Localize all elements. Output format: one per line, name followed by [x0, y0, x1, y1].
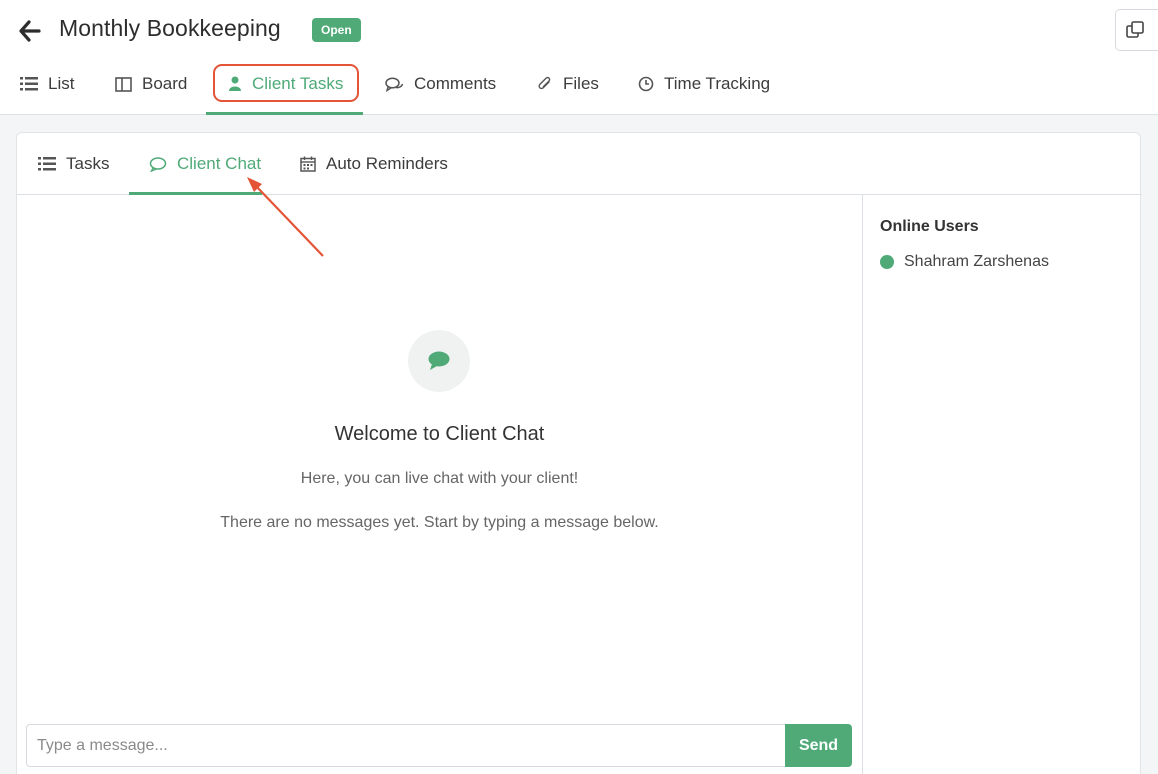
calendar-icon	[300, 156, 316, 172]
online-users-panel: Online Users Shahram Zarshenas	[862, 195, 1142, 774]
tab-label: Time Tracking	[664, 74, 771, 93]
tab-client-tasks[interactable]: Client Tasks	[228, 64, 343, 104]
chat-area: Welcome to Client Chat Here, you can liv…	[17, 195, 862, 774]
user-icon	[229, 76, 241, 91]
subtab-label: Tasks	[66, 154, 110, 173]
welcome-title: Welcome to Client Chat	[334, 423, 545, 445]
subtab-label: Auto Reminders	[326, 154, 448, 173]
online-status-dot	[880, 255, 894, 269]
board-icon	[115, 76, 132, 92]
status-badge: Open	[312, 18, 361, 42]
subtab-label: Client Chat	[177, 154, 262, 173]
welcome-subtitle: Here, you can live chat with your client…	[300, 470, 579, 487]
tab-label: Client Tasks	[252, 74, 344, 93]
top-bar: Monthly Bookkeeping Open List Board Clie…	[0, 0, 1158, 115]
tab-time-tracking[interactable]: Time Tracking	[638, 64, 770, 104]
list-icon	[20, 77, 38, 91]
paperclip-icon	[538, 76, 551, 90]
chat-bubble-icon	[149, 156, 167, 172]
subtab-tasks[interactable]: Tasks	[38, 133, 109, 195]
client-tasks-panel: Tasks Client Chat Auto Reminders Welcome…	[16, 132, 1142, 774]
clock-icon	[638, 76, 654, 92]
page-title: Monthly Bookkeeping	[59, 15, 281, 41]
tab-comments[interactable]: Comments	[385, 64, 496, 104]
back-button[interactable]	[18, 18, 42, 44]
chat-illustration	[408, 330, 470, 392]
online-users-title: Online Users	[880, 218, 979, 235]
tab-label: Comments	[414, 74, 497, 93]
subtab-auto-reminders[interactable]: Auto Reminders	[300, 133, 448, 195]
active-tab-indicator	[206, 112, 363, 115]
arrow-left-icon	[19, 20, 41, 42]
tab-label: Board	[142, 74, 188, 93]
send-button[interactable]: Send	[785, 724, 852, 767]
list-icon	[38, 157, 56, 171]
tab-list[interactable]: List	[20, 64, 74, 104]
chat-icon	[428, 351, 450, 370]
tab-label: List	[48, 74, 75, 93]
tab-label: Files	[563, 74, 599, 93]
online-user-item: Shahram Zarshenas	[880, 253, 1049, 271]
sub-tabs: Tasks Client Chat Auto Reminders	[17, 133, 1142, 195]
online-user-name: Shahram Zarshenas	[904, 253, 1049, 270]
empty-state-hint: There are no messages yet. Start by typi…	[220, 514, 659, 531]
copy-icon	[1126, 21, 1144, 38]
tab-board[interactable]: Board	[115, 64, 187, 104]
comments-icon	[385, 76, 404, 92]
tab-files[interactable]: Files	[538, 64, 599, 104]
copy-button[interactable]	[1115, 9, 1158, 51]
subtab-client-chat[interactable]: Client Chat	[149, 133, 261, 195]
message-input[interactable]	[26, 724, 786, 767]
